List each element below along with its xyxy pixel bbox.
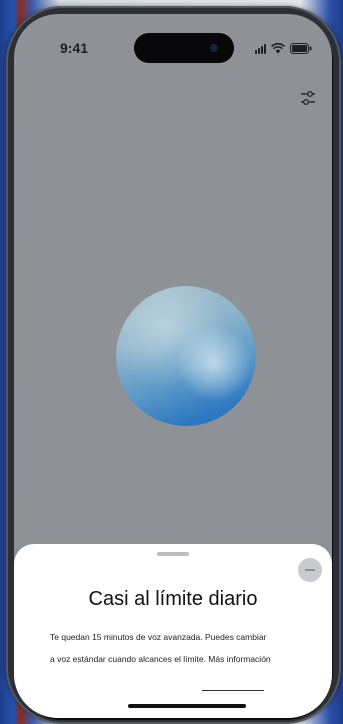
home-indicator[interactable] — [128, 704, 246, 708]
camera-icon — [210, 44, 218, 52]
sliders-icon[interactable] — [298, 88, 318, 108]
battery-icon — [290, 43, 312, 54]
sheet-body-line-1: Te quedan 15 minutos de voz avanzada. Pu… — [50, 632, 267, 642]
voice-orb — [116, 286, 256, 426]
status-time: 9:41 — [60, 40, 89, 56]
phone-screen: 9:41 Casi al límite diario Te quedan 15 … — [14, 14, 332, 718]
sheet-divider — [202, 690, 264, 691]
status-bar: 9:41 — [14, 14, 332, 68]
status-icons — [255, 42, 312, 54]
sheet-body-line-2: a voz estándar cuando alcances el límite… — [50, 648, 318, 670]
sheet-grabber[interactable] — [157, 552, 189, 556]
more-info-link[interactable]: Más información — [208, 654, 270, 664]
limit-sheet: Casi al límite diario Te quedan 15 minut… — [14, 544, 332, 718]
sheet-title: Casi al límite diario — [88, 588, 258, 610]
minus-icon — [305, 569, 315, 571]
signal-icon — [255, 44, 266, 54]
sheet-body-text: a voz estándar cuando alcances el límite… — [50, 654, 206, 664]
dynamic-island — [134, 33, 234, 63]
close-button[interactable] — [298, 558, 322, 582]
wifi-icon — [271, 43, 285, 54]
sheet-body: Te quedan 15 minutos de voz avanzada. Pu… — [50, 626, 318, 670]
